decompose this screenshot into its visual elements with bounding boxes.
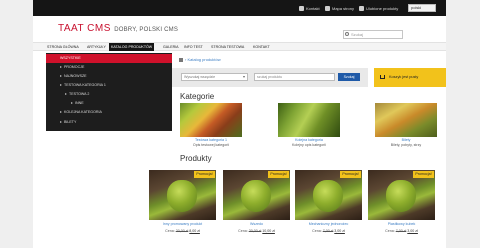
promo-badge: Promocja! (268, 171, 289, 178)
product-image[interactable]: Promocja! (368, 170, 435, 220)
breadcrumb: › Katalog produktów (179, 57, 221, 62)
product-price: Cena:20,00 zł10,00 zł (223, 229, 290, 233)
product-search-button[interactable]: Szukaj (338, 73, 360, 81)
promo-badge: Promocja! (413, 171, 434, 178)
new-price: 3,00 zł (407, 229, 418, 233)
sidebar-item-newest-label: NAJNOWSZE (64, 74, 87, 78)
sidebar-item-newest[interactable]: NAJNOWSZE (46, 72, 172, 81)
price-label: Cena: (165, 229, 175, 233)
old-price: 7,00 zł (395, 229, 407, 233)
product-name-link[interactable]: Mechaniczny jednorożec (295, 222, 362, 226)
product-image[interactable]: Promocja! (295, 170, 362, 220)
chevron-right-icon (71, 102, 73, 105)
sidebar-item-other[interactable]: INNE (46, 99, 172, 108)
sidebar-item-test-category-1[interactable]: TESTOWA KATEGORIA 1 (46, 81, 172, 90)
chevron-right-icon (60, 66, 62, 69)
chevron-right-icon (60, 111, 62, 114)
sidebar-item-test-2[interactable]: TESTOWA 2 (46, 90, 172, 99)
new-price: 10,00 zł (262, 229, 275, 233)
user-icon (299, 6, 304, 11)
sidebar-item-other-label: INNE (75, 101, 84, 105)
category-image[interactable] (180, 103, 242, 137)
product-filter-bar: Wyszukaj wszędzie szukaj produktu Szukaj (172, 68, 368, 87)
logo-main: TAAT CMS (58, 23, 111, 34)
category-name-link[interactable]: Bilety (375, 138, 437, 142)
product-name-link[interactable]: Plastikowy kubek (368, 222, 435, 226)
category-image[interactable] (278, 103, 340, 137)
sidebar-item-next-category[interactable]: KOLEJNA KATEGORIA (46, 108, 172, 117)
new-price: 8,00 zł (189, 229, 200, 233)
chevron-right-icon (60, 75, 62, 78)
product-name-link[interactable]: Inny promowany produkt (149, 222, 216, 226)
sidebar-item-next-category-label: KOLEJNA KATEGORIA (64, 110, 102, 114)
topbar-favorites-label: Ulubione produkty (366, 6, 399, 11)
sidebar-item-promotions[interactable]: PROMOCJE (46, 63, 172, 72)
basket-icon (359, 6, 364, 11)
nav-item-articles[interactable]: ARTYKUŁY (85, 43, 108, 51)
product-price: Cena:20,00 zł8,00 zł (149, 229, 216, 233)
old-price: 20,00 zł (175, 229, 189, 233)
old-price: 7,00 zł (322, 229, 334, 233)
nav-item-home[interactable]: STRONA GŁÓWNA (45, 43, 81, 51)
category-name-link[interactable]: Kolejna kategoria (278, 138, 340, 142)
search-scope-select[interactable]: Wyszukaj wszędzie (181, 73, 248, 81)
main-nav: STRONA GŁÓWNA ARTYKUŁY KATALOG PRODUKTÓW… (33, 42, 446, 51)
new-price: 3,00 zł (334, 229, 345, 233)
product-image[interactable]: Promocja! (223, 170, 290, 220)
sidebar-item-tickets-label: BILETY (64, 120, 77, 124)
topbar-sitemap-link[interactable]: Mapa strony (325, 5, 354, 12)
price-label: Cena: (312, 229, 322, 233)
cart-icon (380, 75, 385, 79)
cart-status: Koszyk jest pusty (389, 75, 419, 79)
top-bar: Kontakt Mapa strony Ulubione produkty po… (33, 0, 446, 16)
product-price: Cena:7,00 zł3,00 zł (295, 229, 362, 233)
language-select[interactable]: polski (408, 4, 436, 12)
nav-item-contact[interactable]: KONTAKT (251, 43, 272, 51)
sidebar-item-test-2-label: TESTOWA 2 (69, 92, 90, 96)
category-description: Kolejny opis kategorii (292, 143, 326, 147)
product-image[interactable]: Promocja! (149, 170, 216, 220)
price-label: Cena: (385, 229, 395, 233)
categories-heading: Kategorie (180, 92, 215, 101)
topbar-favorites-link[interactable]: Ulubione produkty (359, 5, 398, 12)
category-image[interactable] (375, 103, 437, 137)
category-name-link[interactable]: Testowa kategoria 1 (180, 138, 242, 142)
breadcrumb-catalog-link[interactable]: Katalog produktów (187, 57, 220, 62)
old-price: 20,00 zł (248, 229, 262, 233)
page: Kontakt Mapa strony Ulubione produkty po… (33, 0, 446, 248)
chevron-right-icon (60, 121, 62, 124)
cart-box[interactable]: Koszyk jest pusty (374, 68, 446, 87)
sitemap-icon (325, 6, 330, 11)
topbar-contact-link[interactable]: Kontakt (299, 5, 320, 12)
sidebar-item-test-category-1-label: TESTOWA KATEGORIA 1 (64, 83, 106, 87)
search-input[interactable]: Szukaj (343, 30, 403, 39)
product-name-link[interactable]: Wszedo (223, 222, 290, 226)
category-sidebar: WSZYSTKIE PROMOCJE NAJNOWSZE TESTOWA KAT… (46, 53, 172, 131)
nav-item-test-page[interactable]: STRONA TESTOWA (209, 43, 246, 51)
topbar-sitemap-label: Mapa strony (332, 6, 355, 11)
nav-item-catalog[interactable]: KATALOG PRODUKTÓW (109, 43, 155, 51)
price-label: Cena: (238, 229, 248, 233)
promo-badge: Promocja! (340, 171, 361, 178)
topbar-contact-label: Kontakt (306, 6, 320, 11)
logo-tagline: DOBRY, POLSKI CMS (114, 27, 179, 33)
promo-badge: Promocja! (194, 171, 215, 178)
chevron-right-icon (60, 84, 62, 87)
chevron-right-icon (65, 93, 67, 96)
products-heading: Produkty (180, 154, 212, 163)
home-icon[interactable] (179, 57, 183, 62)
category-description: Bilety, pobyty, strzy (390, 143, 422, 147)
nav-item-gallery[interactable]: GALERIA (161, 43, 181, 51)
sidebar-item-promotions-label: PROMOCJE (64, 65, 85, 69)
sidebar-item-all[interactable]: WSZYSTKIE (46, 54, 172, 63)
sidebar-item-all-label: WSZYSTKIE (60, 56, 81, 60)
search-placeholder: Szukaj (351, 32, 364, 37)
sidebar-item-tickets[interactable]: BILETY (46, 118, 172, 127)
nav-item-info-test[interactable]: INFO TEST (182, 43, 205, 51)
product-search-input[interactable]: szukaj produktu (254, 73, 335, 81)
category-description: Opis testowej kategorii (192, 143, 230, 147)
product-price: Cena:7,00 zł3,00 zł (368, 229, 435, 233)
search-icon (345, 32, 349, 36)
site-logo[interactable]: TAAT CMS DOBRY, POLSKI CMS (58, 23, 178, 34)
